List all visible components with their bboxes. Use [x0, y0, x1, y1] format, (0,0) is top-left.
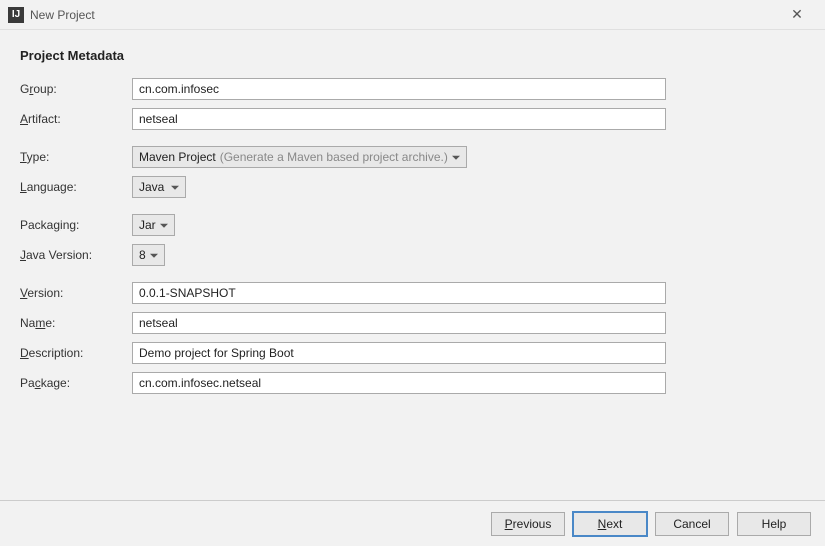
- description-input[interactable]: [132, 342, 666, 364]
- row-type: Type: Maven Project (Generate a Maven ba…: [20, 145, 805, 169]
- next-button[interactable]: Next: [573, 512, 647, 536]
- page-title: Project Metadata: [20, 48, 805, 63]
- label-language: Language:: [20, 180, 132, 194]
- label-type: Type:: [20, 150, 132, 164]
- cancel-button[interactable]: Cancel: [655, 512, 729, 536]
- label-java-version: Java Version:: [20, 248, 132, 262]
- label-description: Description:: [20, 346, 132, 360]
- label-name: Name:: [20, 316, 132, 330]
- type-select[interactable]: Maven Project (Generate a Maven based pr…: [132, 146, 467, 168]
- row-packaging: Packaging: Jar: [20, 213, 805, 237]
- label-artifact: Artifact:: [20, 112, 132, 126]
- row-group: Group:: [20, 77, 805, 101]
- artifact-input[interactable]: [132, 108, 666, 130]
- help-button[interactable]: Help: [737, 512, 811, 536]
- label-packaging: Packaging:: [20, 218, 132, 232]
- package-input[interactable]: [132, 372, 666, 394]
- row-artifact: Artifact:: [20, 107, 805, 131]
- window-title: New Project: [30, 8, 95, 22]
- button-bar: Previous Next Cancel Help: [0, 500, 825, 546]
- titlebar: IJ New Project ✕: [0, 0, 825, 30]
- row-package: Package:: [20, 371, 805, 395]
- row-description: Description:: [20, 341, 805, 365]
- row-version: Version:: [20, 281, 805, 305]
- version-input[interactable]: [132, 282, 666, 304]
- row-language: Language: Java: [20, 175, 805, 199]
- row-java-version: Java Version: 8: [20, 243, 805, 267]
- language-select[interactable]: Java: [132, 176, 186, 198]
- app-icon: IJ: [8, 7, 24, 23]
- java-version-select[interactable]: 8: [132, 244, 165, 266]
- label-package: Package:: [20, 376, 132, 390]
- label-version: Version:: [20, 286, 132, 300]
- close-icon[interactable]: ✕: [777, 0, 817, 30]
- packaging-select[interactable]: Jar: [132, 214, 175, 236]
- group-input[interactable]: [132, 78, 666, 100]
- previous-button[interactable]: Previous: [491, 512, 565, 536]
- name-input[interactable]: [132, 312, 666, 334]
- label-group: Group:: [20, 82, 132, 96]
- content-area: Project Metadata Group: Artifact: Type: …: [0, 30, 825, 419]
- row-name: Name:: [20, 311, 805, 335]
